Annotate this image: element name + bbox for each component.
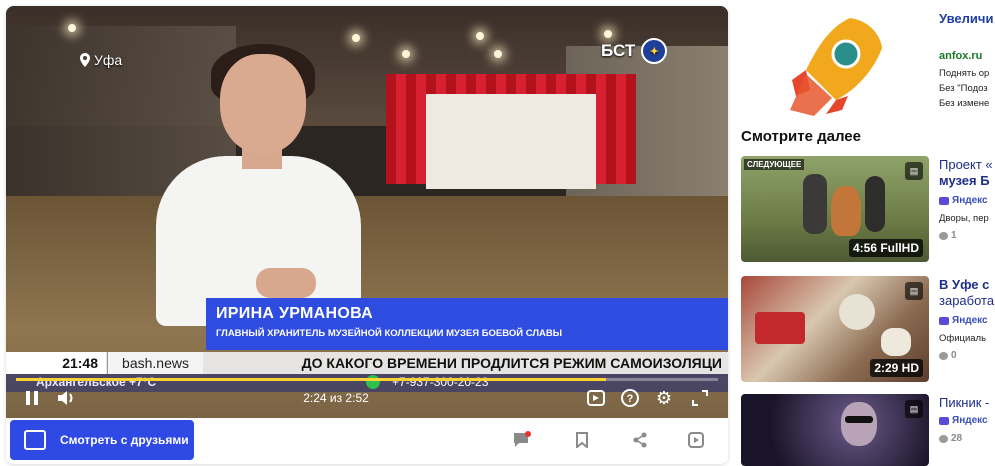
speaker-hand — [256, 268, 316, 298]
thumb-sculpture — [831, 186, 861, 236]
video-card: Уфа БСТ ✦ ИРИНА УРМАНОВА ГЛАВНЫЙ ХРАНИТЕ… — [6, 6, 728, 464]
lamp — [604, 30, 612, 38]
ticker-site: bash.news — [107, 352, 203, 374]
comment-count-value: 0 — [951, 350, 957, 361]
gear-icon[interactable]: ⚙ — [652, 386, 676, 410]
channel-label: Яндекс — [952, 415, 988, 426]
help-icon[interactable]: ? — [618, 386, 642, 410]
channel-name[interactable]: Яндекс — [939, 195, 988, 206]
ad-title[interactable]: Увеличи онлайн — [939, 11, 995, 26]
thumb-glasses — [845, 416, 873, 423]
watch-with-friends-label: Смотреть с друзьями — [60, 433, 189, 447]
progress-fill — [16, 378, 606, 381]
ad-line: Поднять ор — [939, 68, 990, 79]
channel-name[interactable]: Яндекс — [939, 415, 988, 426]
queue-icon[interactable]: ▤ — [905, 162, 923, 180]
watch-together-icon — [24, 430, 46, 450]
lamp — [352, 34, 360, 42]
progress-bar[interactable] — [16, 378, 718, 381]
thumb-figure — [803, 174, 827, 234]
time-display: 2:24 из 2:52 — [303, 391, 369, 405]
comment-count-value: 28 — [951, 433, 963, 444]
video-thumbnail-1[interactable]: СЛЕДУЮЩЕЕ ▤ 4:56 FullHD — [741, 156, 929, 262]
video-title[interactable]: Пикник - — [939, 395, 989, 410]
svg-text:?: ? — [627, 393, 634, 405]
watch-with-friends-button[interactable]: Смотреть с друзьями — [10, 420, 194, 460]
video-title[interactable]: заработа — [939, 293, 994, 308]
fullscreen-icon[interactable] — [688, 386, 712, 410]
picture-in-picture-icon[interactable] — [584, 386, 608, 410]
video-description: Дворы, пер — [939, 213, 989, 224]
sidebar: Увеличи онлайн anfox.ru Поднять ор Без "… — [740, 0, 995, 466]
location-pin-icon — [80, 53, 90, 67]
video-player[interactable]: Уфа БСТ ✦ ИРИНА УРМАНОВА ГЛАВНЫЙ ХРАНИТЕ… — [6, 6, 728, 418]
next-tag: СЛЕДУЮЩЕЕ — [744, 159, 805, 170]
location-tag: Уфа — [80, 52, 122, 68]
lamp — [476, 32, 484, 40]
watch-next-heading: Смотрите далее — [741, 128, 861, 145]
thumb-object — [755, 312, 805, 344]
video-duration: 2:29 HD — [870, 359, 923, 377]
lamp — [68, 24, 76, 32]
location-label: Уфа — [94, 52, 123, 68]
lamp — [402, 50, 410, 58]
comment-count: 1 — [939, 230, 957, 241]
channel-label: Яндекс — [952, 315, 988, 326]
video-description: Официаль — [939, 333, 987, 344]
speaker-head — [220, 54, 306, 154]
ad-domain[interactable]: anfox.ru — [939, 50, 982, 62]
comment-bubble-icon — [939, 351, 948, 360]
comment-icon[interactable] — [506, 424, 538, 456]
video-title[interactable]: В Уфе с — [939, 277, 989, 292]
channel-icon — [939, 316, 949, 325]
thumb-face — [841, 402, 877, 446]
lamp — [494, 50, 502, 58]
ad-line: Без измене — [939, 98, 990, 109]
comment-count: 28 — [939, 433, 962, 444]
video-thumbnail-2[interactable]: ▤ 2:29 HD — [741, 276, 929, 382]
ticker-headline: ДО КАКОГО ВРЕМЕНИ ПРОДЛИТСЯ РЕЖИМ САМОИЗ… — [301, 355, 722, 371]
lower-third-name: ИРИНА УРМАНОВА — [216, 305, 374, 322]
volume-icon[interactable] — [56, 388, 78, 408]
lower-third-role: ГЛАВНЫЙ ХРАНИТЕЛЬ МУЗЕЙНОЙ КОЛЛЕКЦИИ МУЗ… — [216, 328, 563, 339]
video-thumbnail-3[interactable]: ▤ — [741, 394, 929, 466]
queue-icon[interactable]: ▤ — [905, 400, 923, 418]
channel-label: Яндекс — [952, 195, 988, 206]
share-icon[interactable] — [624, 424, 656, 456]
bookmark-icon[interactable] — [566, 424, 598, 456]
video-duration: 4:56 FullHD — [848, 239, 923, 257]
ad-line: Без "Подоз — [939, 83, 988, 94]
video-scene-screen — [426, 94, 596, 189]
video-title[interactable]: Проект « — [939, 157, 993, 172]
comment-bubble-icon — [939, 231, 948, 240]
channel-emblem-icon: ✦ — [641, 38, 668, 64]
video-title[interactable]: музея Б — [939, 173, 990, 188]
copy-icon[interactable] — [680, 424, 712, 456]
queue-icon[interactable]: ▤ — [905, 282, 923, 300]
thumb-object — [839, 294, 875, 330]
thumb-figure — [865, 176, 885, 232]
channel-logo-text: БСТ — [601, 41, 636, 60]
ticker-time: 21:48 — [6, 352, 106, 374]
channel-logo: БСТ ✦ — [601, 38, 668, 64]
thumb-object — [881, 328, 911, 356]
rocket-icon — [790, 18, 882, 116]
comment-count-value: 1 — [951, 230, 957, 241]
comment-count: 0 — [939, 350, 957, 361]
comment-bubble-icon — [939, 434, 948, 443]
pause-icon[interactable] — [22, 388, 42, 408]
channel-name[interactable]: Яндекс — [939, 315, 988, 326]
channel-icon — [939, 416, 949, 425]
channel-icon — [939, 196, 949, 205]
